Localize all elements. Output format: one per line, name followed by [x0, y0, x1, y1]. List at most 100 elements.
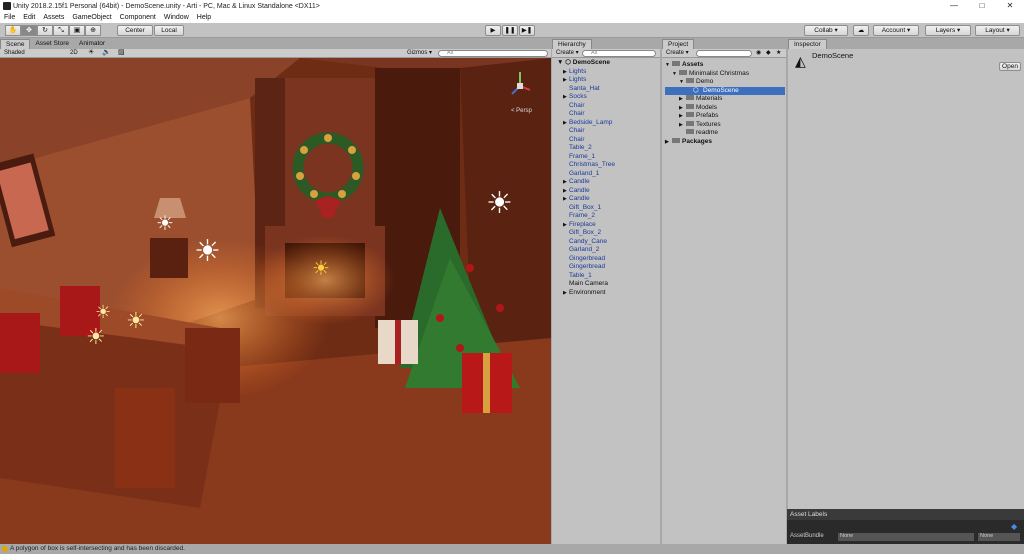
hierarchy-item[interactable]: ▶ Fireplace — [557, 221, 657, 230]
hierarchy-item[interactable]: Gift_Box_2 — [557, 229, 657, 238]
project-create-button[interactable]: Create ▾ — [666, 49, 689, 57]
hierarchy-item[interactable]: Chair — [557, 127, 657, 136]
expand-arrow-icon[interactable]: ▶ — [679, 121, 686, 130]
expand-arrow-icon[interactable]: ▼ — [665, 61, 672, 70]
hierarchy-item[interactable]: ▶ Lights — [557, 68, 657, 77]
pivot-center-button[interactable]: Center — [117, 25, 153, 36]
favorite-star-icon[interactable]: ★ — [776, 49, 781, 57]
hierarchy-item[interactable]: Santa_Hat — [557, 85, 657, 94]
tab-scene[interactable]: Scene — [0, 39, 31, 49]
hierarchy-item[interactable]: Candy_Cane — [557, 238, 657, 247]
project-item[interactable]: ▶ Materials — [665, 95, 785, 104]
project-item[interactable]: ▶ Models — [665, 103, 785, 113]
hierarchy-item[interactable]: Frame_1 — [557, 153, 657, 162]
hand-tool-icon[interactable]: ✋ — [5, 25, 21, 36]
2d-toggle[interactable]: 2D — [70, 49, 78, 57]
tab-animator[interactable]: Animator — [74, 39, 110, 49]
tab-project[interactable]: Project — [662, 39, 695, 49]
status-bar[interactable]: A polygon of box is self-intersecting an… — [0, 544, 1024, 554]
transform-tool-icon[interactable]: ⊕ — [85, 25, 101, 36]
hierarchy-item[interactable]: ▶ Environment — [557, 289, 657, 298]
filter-type-icon[interactable]: ◉ — [756, 49, 761, 57]
hierarchy-search-input[interactable]: All — [582, 50, 656, 57]
assetbundle-variant-dropdown[interactable]: None — [978, 533, 1020, 541]
hierarchy-item[interactable]: ▶ Bedside_Lamp — [557, 119, 657, 128]
expand-arrow-icon[interactable]: ▶ — [679, 95, 686, 104]
hierarchy-item[interactable]: Christmas_Tree — [557, 161, 657, 170]
pivot-local-button[interactable]: Local — [154, 25, 184, 36]
light-gizmo-icon[interactable]: ☀ — [194, 234, 221, 269]
hierarchy-item[interactable]: Gingerbread — [557, 263, 657, 272]
hierarchy-item[interactable]: Frame_2 — [557, 212, 657, 221]
hierarchy-item[interactable]: Table_2 — [557, 144, 657, 153]
light-gizmo-icon[interactable]: ☀ — [156, 211, 174, 236]
rotate-tool-icon[interactable]: ↻ — [37, 25, 53, 36]
light-gizmo-icon[interactable]: ☀ — [95, 302, 111, 323]
move-tool-icon[interactable]: ✥ — [21, 25, 37, 36]
menu-file[interactable]: File — [0, 14, 19, 21]
gizmos-dropdown[interactable]: Gizmos ▾ — [407, 49, 432, 57]
hierarchy-item[interactable]: Table_1 — [557, 272, 657, 281]
open-button[interactable]: Open — [999, 62, 1021, 71]
light-gizmo-icon[interactable]: ☀ — [86, 324, 106, 350]
cloud-icon[interactable]: ☁ — [853, 25, 869, 36]
tab-hierarchy[interactable]: Hierarchy — [552, 39, 592, 49]
hierarchy-root[interactable]: ▼ ⬡ DemoScene — [557, 59, 657, 68]
step-button[interactable]: ▶❚ — [519, 25, 535, 36]
scene-search-input[interactable]: All — [438, 50, 548, 57]
project-item[interactable]: ▶ Prefabs — [665, 112, 785, 121]
tab-inspector[interactable]: Inspector — [788, 39, 827, 49]
layout-button[interactable]: Layout ▾ — [975, 25, 1020, 36]
expand-arrow-icon[interactable]: ▶ — [679, 112, 686, 121]
persp-label[interactable]: < Persp — [511, 108, 532, 114]
hierarchy-item[interactable]: Chair — [557, 136, 657, 145]
scene-viewport[interactable]: < Persp ☀ ☀ ☀ ☀ ☀ ☀ ☀ — [0, 58, 551, 544]
project-item[interactable]: ⬡ DemoScene — [665, 86, 785, 95]
hierarchy-item[interactable]: ▶ Candle — [557, 178, 657, 187]
project-item[interactable]: readme — [665, 129, 785, 138]
tab-asset-store[interactable]: Asset Store — [30, 39, 74, 49]
project-item[interactable]: ▼ Minimalist Christmas — [665, 69, 785, 79]
close-button[interactable]: ✕ — [996, 0, 1024, 12]
hierarchy-item[interactable]: Garland_1 — [557, 170, 657, 179]
light-gizmo-icon[interactable]: ☀ — [126, 308, 146, 334]
project-item[interactable]: ▶ Packages — [665, 137, 785, 147]
expand-arrow-icon[interactable]: ▶ — [679, 104, 686, 113]
assetbundle-dropdown[interactable]: None — [838, 533, 974, 541]
expand-arrow-icon[interactable]: ▼ — [672, 70, 679, 79]
hierarchy-item[interactable]: Chair — [557, 102, 657, 111]
layers-button[interactable]: Layers ▾ — [925, 25, 971, 36]
hierarchy-item[interactable]: ▶ Candle — [557, 187, 657, 196]
menu-assets[interactable]: Assets — [39, 14, 68, 21]
scene-gizmo-orientation[interactable] — [508, 68, 532, 104]
filter-label-icon[interactable]: ◆ — [766, 49, 771, 57]
menu-component[interactable]: Component — [116, 14, 160, 21]
light-gizmo-icon[interactable]: ☀ — [312, 256, 330, 281]
hierarchy-item[interactable]: ▶ Lights — [557, 76, 657, 85]
menu-gameobject[interactable]: GameObject — [68, 14, 115, 21]
expand-arrow-icon[interactable]: ▼ — [679, 78, 686, 87]
collab-button[interactable]: Collab ▾ — [804, 25, 848, 36]
rect-tool-icon[interactable]: ▣ — [69, 25, 85, 36]
hierarchy-item[interactable]: Garland_2 — [557, 246, 657, 255]
hierarchy-create-button[interactable]: Create ▾ — [556, 49, 579, 57]
minimize-button[interactable]: — — [940, 0, 968, 12]
label-tag-icon[interactable]: ◆ — [1011, 522, 1017, 531]
shading-mode-dropdown[interactable]: Shaded — [4, 49, 25, 57]
menu-window[interactable]: Window — [160, 14, 193, 21]
project-item[interactable]: ▶ Textures — [665, 120, 785, 130]
audio-toggle-icon[interactable]: 🔈 — [102, 49, 111, 57]
project-item[interactable]: ▼ Assets — [665, 61, 785, 70]
account-button[interactable]: Account ▾ — [873, 25, 919, 36]
hierarchy-item[interactable]: Chair — [557, 110, 657, 119]
menu-help[interactable]: Help — [193, 14, 215, 21]
hierarchy-item[interactable]: ▶ Candle — [557, 195, 657, 204]
hierarchy-item[interactable]: Main Camera — [557, 280, 657, 289]
hierarchy-item[interactable]: Gingerbread — [557, 255, 657, 264]
maximize-button[interactable]: □ — [968, 0, 996, 12]
play-button[interactable]: ▶ — [485, 25, 501, 36]
project-search-input[interactable] — [696, 50, 752, 57]
expand-arrow-icon[interactable]: ▶ — [665, 138, 672, 147]
asset-labels-header[interactable]: Asset Labels — [787, 509, 1024, 520]
hierarchy-item[interactable]: ▶ Socks — [557, 93, 657, 102]
